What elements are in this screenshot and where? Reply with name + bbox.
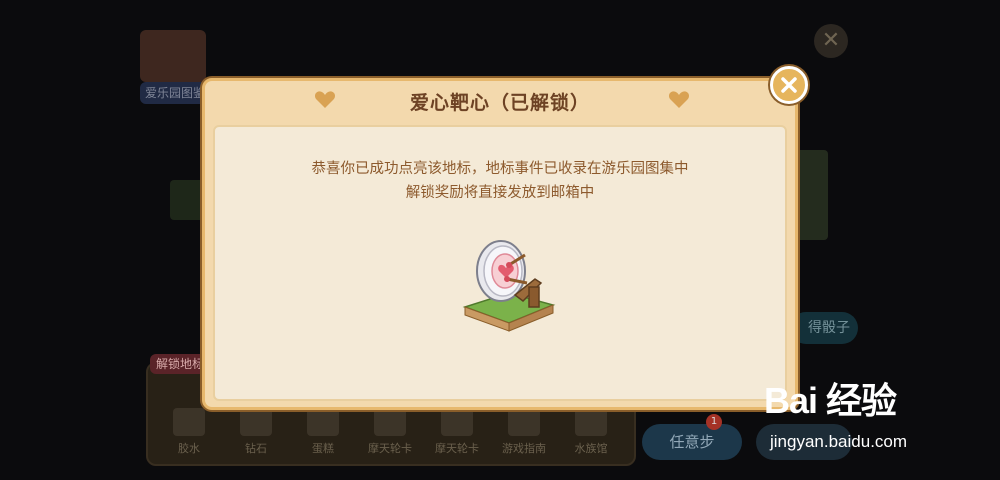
- description-line: 解锁奖励将直接发放到邮箱中: [405, 185, 595, 201]
- unlock-item[interactable]: 游戏指南: [495, 408, 553, 456]
- watermark-url: jingyan.baidu.com: [770, 432, 908, 451]
- album-book-icon[interactable]: [140, 30, 206, 82]
- close-icon: [781, 77, 797, 93]
- heart-target-icon: [462, 240, 556, 332]
- dialog-description: 恭喜你已成功点亮该地标，地标事件已收录在游乐园图集中 解锁奖励将直接发放到邮箱中: [215, 157, 785, 205]
- get-dice-button[interactable]: 得骰子: [790, 312, 858, 344]
- dialog-title: 爱心靶心（已解锁）: [409, 91, 590, 114]
- unlock-item[interactable]: 摩天轮卡: [428, 408, 486, 456]
- heart-icon: [314, 91, 336, 108]
- any-step-button[interactable]: 任意步 1: [642, 414, 742, 460]
- landmark-unlocked-dialog: 爱心靶心（已解锁） 恭喜你已成功点亮该地标，地标事件已收录在游乐园图集中 解锁奖…: [202, 78, 798, 410]
- unlock-item[interactable]: 胶水: [160, 408, 218, 456]
- dialog-body: 恭喜你已成功点亮该地标，地标事件已收录在游乐园图集中 解锁奖励将直接发放到邮箱中: [213, 125, 787, 401]
- unlock-item[interactable]: 蛋糕: [294, 408, 352, 456]
- notification-badge: 1: [706, 414, 722, 430]
- close-button[interactable]: [770, 66, 808, 104]
- unlock-item-list: 胶水 钻石 蛋糕 摩天轮卡 摩天轮卡 游戏指南 水族馆: [160, 408, 620, 456]
- unlock-landmark-tag: 解锁地标: [150, 354, 210, 374]
- description-line: 恭喜你已成功点亮该地标，地标事件已收录在游乐园图集中: [311, 161, 689, 177]
- watermark-logo: Bai 经验: [764, 380, 897, 421]
- any-step-label: 任意步: [669, 433, 715, 451]
- unlock-item[interactable]: 钻石: [227, 408, 285, 456]
- landmark-island-left: [170, 180, 204, 220]
- background-close-icon[interactable]: ✕: [814, 24, 848, 58]
- baidu-jingyan-watermark: Bai 经验 jingyan.baidu.com: [764, 372, 1000, 472]
- heart-icon: [668, 91, 690, 108]
- unlock-item[interactable]: 水族馆: [562, 408, 620, 456]
- dialog-header: 爱心靶心（已解锁）: [205, 81, 795, 121]
- landmark-island-right: [796, 150, 828, 240]
- unlock-item[interactable]: 摩天轮卡: [361, 408, 419, 456]
- album-label[interactable]: 爱乐园图鉴: [140, 82, 210, 104]
